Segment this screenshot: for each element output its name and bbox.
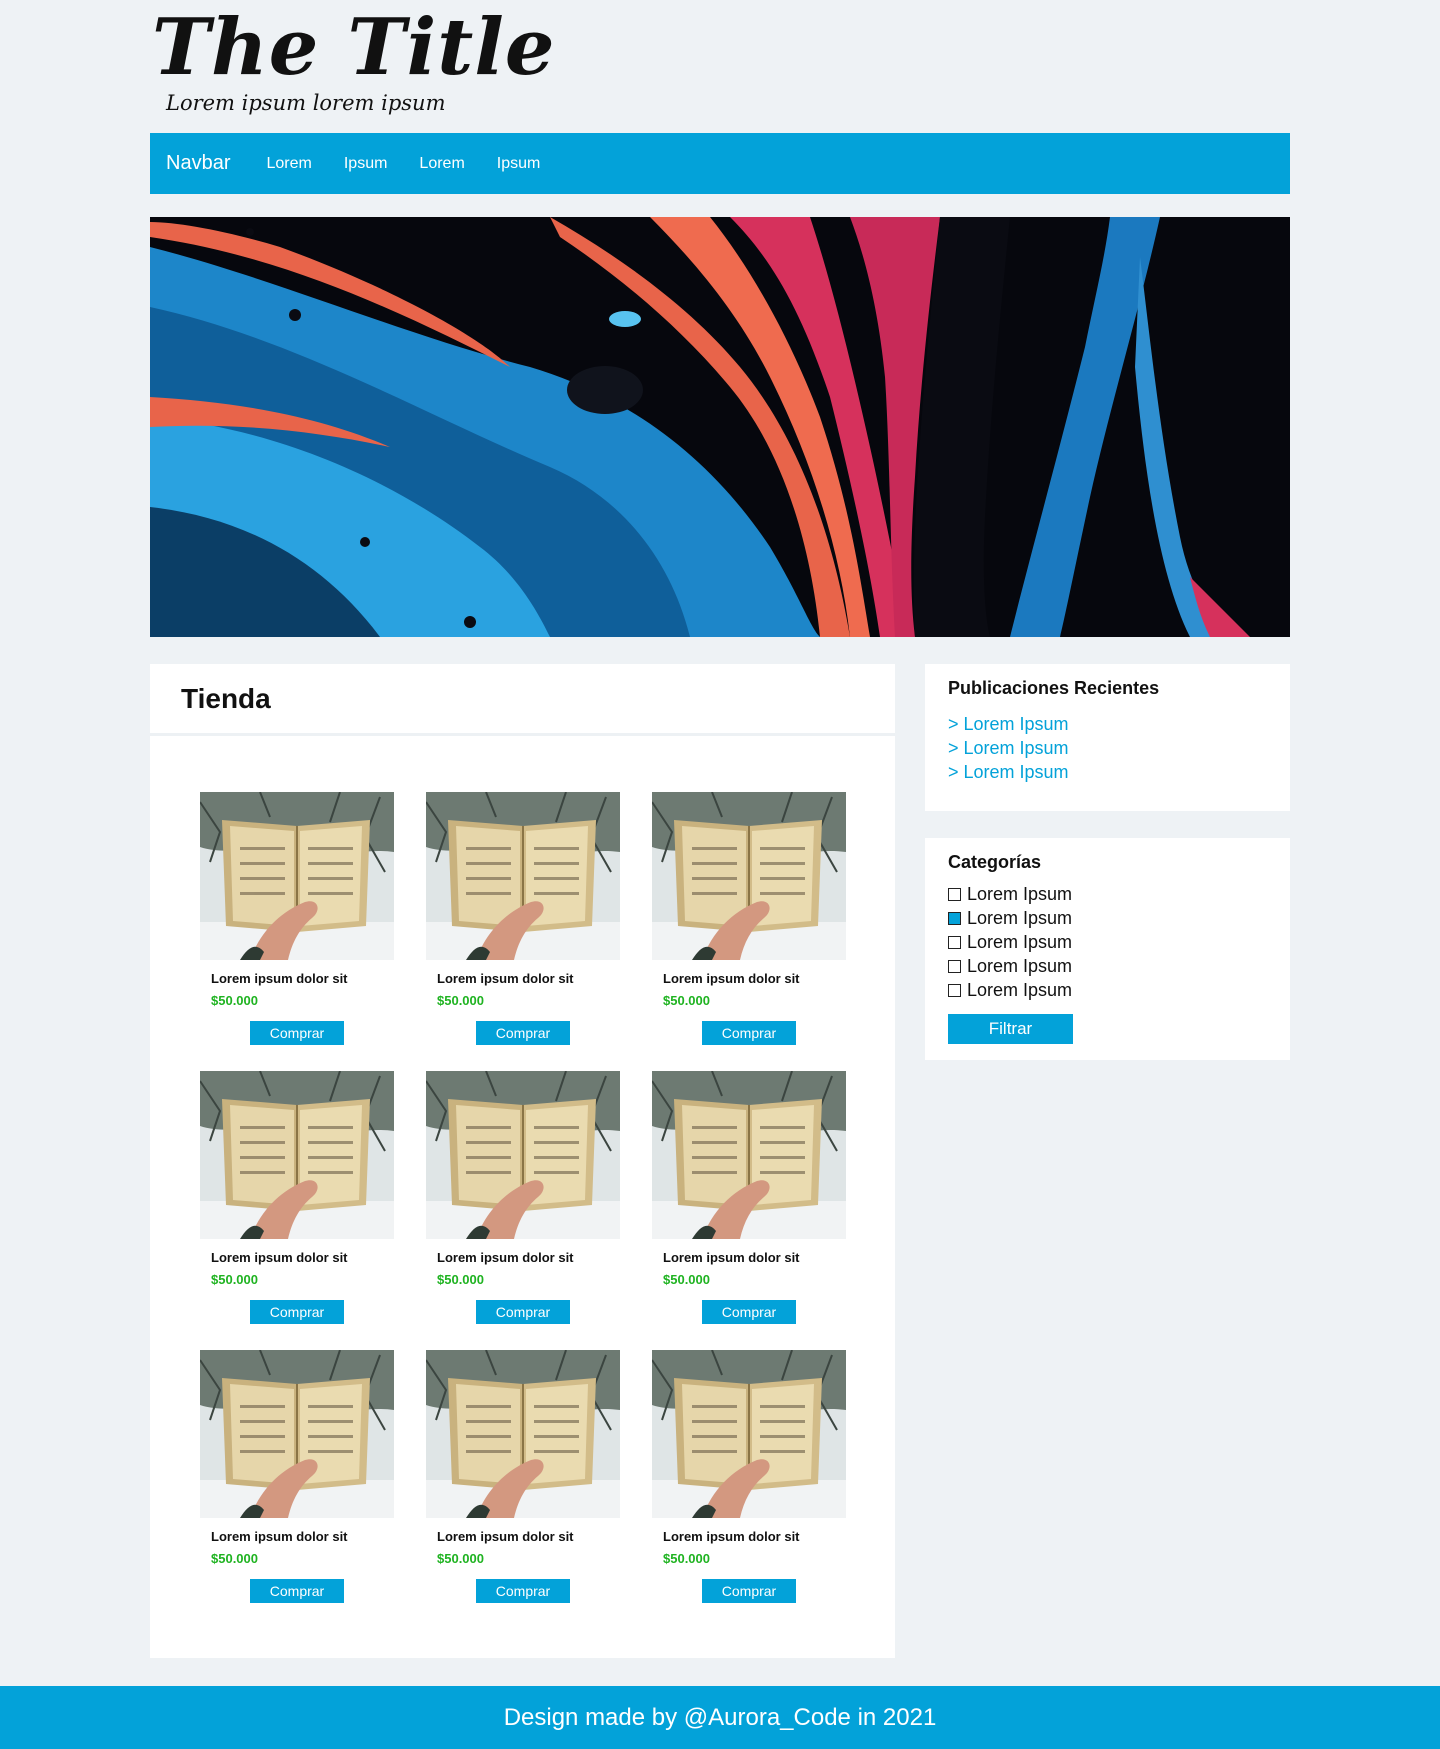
nav-link-ipsum-1[interactable]: Ipsum [344, 155, 388, 173]
product-image [652, 792, 846, 960]
category-item[interactable]: Lorem Ipsum [948, 882, 1290, 906]
product-name: Lorem ipsum dolor sit [663, 1529, 800, 1544]
shop-card: Tienda Lorem ipsum dolor sit $50.000 Com… [150, 664, 895, 1658]
recent-posts-list: > Lorem Ipsum > Lorem Ipsum > Lorem Ipsu… [948, 712, 1290, 784]
product-name: Lorem ipsum dolor sit [211, 1250, 348, 1265]
shop-title: Tienda [181, 682, 271, 714]
product-card: Lorem ipsum dolor sit $50.000 Comprar [200, 792, 394, 1046]
category-label: Lorem Ipsum [967, 955, 1073, 976]
category-item[interactable]: Lorem Ipsum [948, 930, 1290, 954]
category-checkbox[interactable] [948, 911, 961, 925]
buy-button[interactable]: Comprar [702, 1021, 796, 1045]
product-image [652, 1071, 846, 1239]
filter-button[interactable]: Filtrar [948, 1014, 1073, 1044]
category-item[interactable]: Lorem Ipsum [948, 978, 1290, 1002]
navbar: Navbar Lorem Ipsum Lorem Ipsum [150, 133, 1290, 194]
product-image [200, 792, 394, 960]
recent-posts-title: Publicaciones Recientes [948, 678, 1160, 698]
hero-banner [150, 217, 1290, 637]
product-name: Lorem ipsum dolor sit [211, 1529, 348, 1544]
product-name: Lorem ipsum dolor sit [663, 971, 800, 986]
buy-button[interactable]: Comprar [476, 1579, 570, 1603]
category-label: Lorem Ipsum [967, 931, 1073, 952]
site-title: The Title [152, 2, 556, 93]
product-grid: Lorem ipsum dolor sit $50.000 Comprar Lo… [200, 792, 846, 1604]
buy-button[interactable]: Comprar [250, 1021, 344, 1045]
product-card: Lorem ipsum dolor sit $50.000 Comprar [426, 1350, 620, 1604]
category-checkbox[interactable] [948, 959, 961, 973]
product-price: $50.000 [437, 993, 484, 1008]
navbar-brand[interactable]: Navbar [166, 152, 230, 175]
product-card: Lorem ipsum dolor sit $50.000 Comprar [652, 792, 846, 1046]
category-label: Lorem Ipsum [967, 883, 1073, 904]
category-checkbox[interactable] [948, 983, 961, 997]
product-name: Lorem ipsum dolor sit [211, 971, 348, 986]
footer-credit: Design made by @Aurora_Code in 2021 [503, 1703, 937, 1731]
product-card: Lorem ipsum dolor sit $50.000 Comprar [200, 1071, 394, 1325]
nav-link-lorem-2[interactable]: Lorem [419, 155, 464, 173]
buy-button[interactable]: Comprar [250, 1579, 344, 1603]
category-checkbox[interactable] [948, 935, 961, 949]
category-label: Lorem Ipsum [967, 907, 1073, 928]
product-price: $50.000 [437, 1551, 484, 1566]
product-image [652, 1350, 846, 1518]
product-name: Lorem ipsum dolor sit [663, 1250, 800, 1265]
categories-title: Categorías [948, 852, 1042, 872]
buy-button[interactable]: Comprar [250, 1300, 344, 1324]
buy-button[interactable]: Comprar [702, 1300, 796, 1324]
recent-post-link[interactable]: > Lorem Ipsum [948, 712, 1290, 736]
footer: Design made by @Aurora_Code in 2021 [0, 1686, 1440, 1749]
product-card: Lorem ipsum dolor sit $50.000 Comprar [200, 1350, 394, 1604]
product-price: $50.000 [663, 993, 710, 1008]
nav-link-ipsum-2[interactable]: Ipsum [497, 155, 541, 173]
product-price: $50.000 [663, 1272, 710, 1287]
product-image [426, 1350, 620, 1518]
buy-button[interactable]: Comprar [476, 1300, 570, 1324]
product-name: Lorem ipsum dolor sit [437, 971, 574, 986]
recent-post-link[interactable]: > Lorem Ipsum [948, 760, 1290, 784]
category-label: Lorem Ipsum [967, 979, 1073, 1000]
product-card: Lorem ipsum dolor sit $50.000 Comprar [652, 1071, 846, 1325]
product-image [200, 1071, 394, 1239]
product-name: Lorem ipsum dolor sit [437, 1250, 574, 1265]
category-item[interactable]: Lorem Ipsum [948, 906, 1290, 930]
nav-link-lorem-1[interactable]: Lorem [266, 155, 311, 173]
category-checkbox[interactable] [948, 887, 961, 901]
product-image [426, 1071, 620, 1239]
shop-header: Tienda [150, 664, 895, 736]
site-subtitle: Lorem ipsum lorem ipsum [166, 91, 446, 115]
product-image [200, 1350, 394, 1518]
category-item[interactable]: Lorem Ipsum [948, 954, 1290, 978]
product-price: $50.000 [211, 1272, 258, 1287]
recent-post-link[interactable]: > Lorem Ipsum [948, 736, 1290, 760]
product-price: $50.000 [663, 1551, 710, 1566]
product-price: $50.000 [211, 993, 258, 1008]
recent-posts-card: Publicaciones Recientes > Lorem Ipsum > … [925, 664, 1290, 811]
product-price: $50.000 [437, 1272, 484, 1287]
buy-button[interactable]: Comprar [476, 1021, 570, 1045]
product-name: Lorem ipsum dolor sit [437, 1529, 574, 1544]
categories-card: Categorías Lorem Ipsum Lorem Ipsum Lorem… [925, 838, 1290, 1060]
abstract-paint-image [150, 217, 1290, 637]
buy-button[interactable]: Comprar [702, 1579, 796, 1603]
product-card: Lorem ipsum dolor sit $50.000 Comprar [426, 792, 620, 1046]
categories-list: Lorem Ipsum Lorem Ipsum Lorem Ipsum Lore… [948, 882, 1290, 1002]
product-card: Lorem ipsum dolor sit $50.000 Comprar [652, 1350, 846, 1604]
product-price: $50.000 [211, 1551, 258, 1566]
product-image [426, 792, 620, 960]
product-card: Lorem ipsum dolor sit $50.000 Comprar [426, 1071, 620, 1325]
